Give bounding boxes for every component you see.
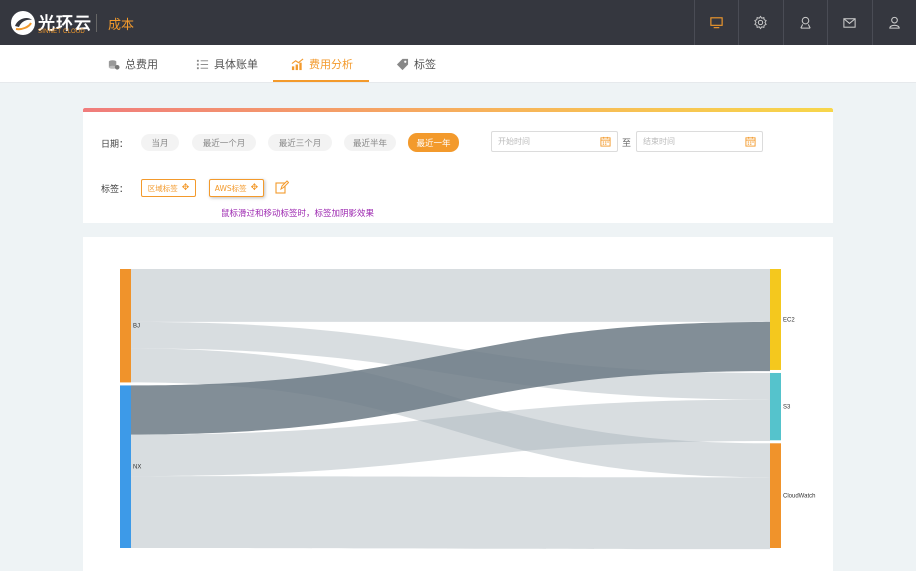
logo-icon (11, 11, 35, 35)
node-S3[interactable] (770, 372, 781, 441)
settings-button[interactable] (738, 0, 783, 45)
chart-icon (291, 57, 304, 70)
node-BJ[interactable] (120, 269, 131, 383)
move-icon: ✥ (250, 183, 259, 193)
tag-icon (396, 58, 409, 70)
location-button[interactable] (782, 0, 828, 45)
monitor-button[interactable] (693, 0, 739, 45)
start-date-placeholder: 开始时间 (498, 137, 530, 146)
top-icons (693, 0, 916, 45)
page-title: 成本 (108, 18, 135, 33)
range-chip-last-year[interactable]: 最近一年 (408, 133, 459, 152)
tag-label: 标签： (101, 185, 129, 195)
tab-label: 标签 (414, 58, 436, 71)
tab-tags[interactable]: 标签 (396, 45, 436, 83)
node-label-BJ: BJ (133, 324, 140, 330)
location-icon (800, 16, 811, 29)
node-EC2[interactable] (770, 269, 781, 370)
start-date-input[interactable]: 开始时间 (491, 131, 618, 152)
link-BJ-EC2[interactable] (131, 269, 770, 322)
hint-text: 鼠标滑过和移动标签时，标签加阴影效果 (221, 209, 375, 219)
chart-panel: BJ NX EC2 S3 CloudWatch (83, 237, 833, 571)
brand-sub: SINNET CLOUD (38, 29, 85, 35)
node-label-CloudWatch: CloudWatch (783, 494, 815, 500)
range-chip-last-three-months[interactable]: 最近三个月 (268, 134, 332, 151)
filter-panel: 日期： 当月 最近一个月 最近三个月 最近半年 最近一年 开始时间 至 结束时间… (83, 108, 833, 223)
to-label: 至 (622, 139, 632, 149)
node-label-S3: S3 (783, 405, 791, 411)
link-NX-CloudWatch[interactable] (131, 476, 770, 550)
range-chip-last-half-year[interactable]: 最近半年 (344, 134, 396, 151)
edit-icon[interactable] (275, 180, 289, 194)
region-tag-button[interactable]: 区域标签 ✥ (141, 179, 196, 197)
end-date-input[interactable]: 结束时间 (636, 131, 763, 152)
range-chip-last-month[interactable]: 最近一个月 (192, 134, 256, 151)
mail-button[interactable] (827, 0, 872, 45)
user-button[interactable] (871, 0, 916, 45)
range-chip-current-month[interactable]: 当月 (141, 134, 179, 151)
tab-label: 具体账单 (214, 58, 258, 71)
list-icon (196, 59, 209, 69)
top-bar: 光环云 SINNET CLOUD 成本 (0, 0, 916, 45)
tab-bill-detail[interactable]: 具体账单 (196, 45, 258, 83)
gradient-bar (83, 108, 833, 112)
tab-total-cost[interactable]: 总费用 (107, 45, 158, 83)
monitor-icon (710, 17, 723, 29)
node-label-EC2: EC2 (783, 317, 795, 323)
end-date-placeholder: 结束时间 (643, 137, 675, 146)
divider (96, 14, 97, 32)
mail-icon (843, 18, 856, 28)
active-tab-indicator (273, 80, 369, 82)
gear-icon (754, 15, 768, 30)
nav-bar: 总费用 具体账单 费用分析 标签 (0, 45, 916, 83)
calendar-icon (600, 136, 611, 147)
node-CloudWatch[interactable] (770, 443, 781, 548)
move-icon: ✥ (181, 183, 190, 193)
coins-icon (108, 59, 120, 70)
node-label-NX: NX (133, 465, 141, 471)
tab-label: 总费用 (125, 58, 158, 71)
node-NX[interactable] (120, 385, 131, 548)
user-icon (889, 16, 900, 29)
tab-label: 费用分析 (309, 58, 353, 71)
tab-cost-analysis[interactable]: 费用分析 (291, 45, 353, 83)
tag-text: 区域标签 (147, 183, 178, 193)
aws-tag-button[interactable]: AWS标签 ✥ (209, 179, 264, 197)
tag-text: AWS标签 (214, 183, 247, 193)
date-label: 日期： (101, 140, 129, 150)
sankey-chart: BJ NX EC2 S3 CloudWatch (120, 269, 815, 550)
calendar-icon (745, 136, 756, 147)
